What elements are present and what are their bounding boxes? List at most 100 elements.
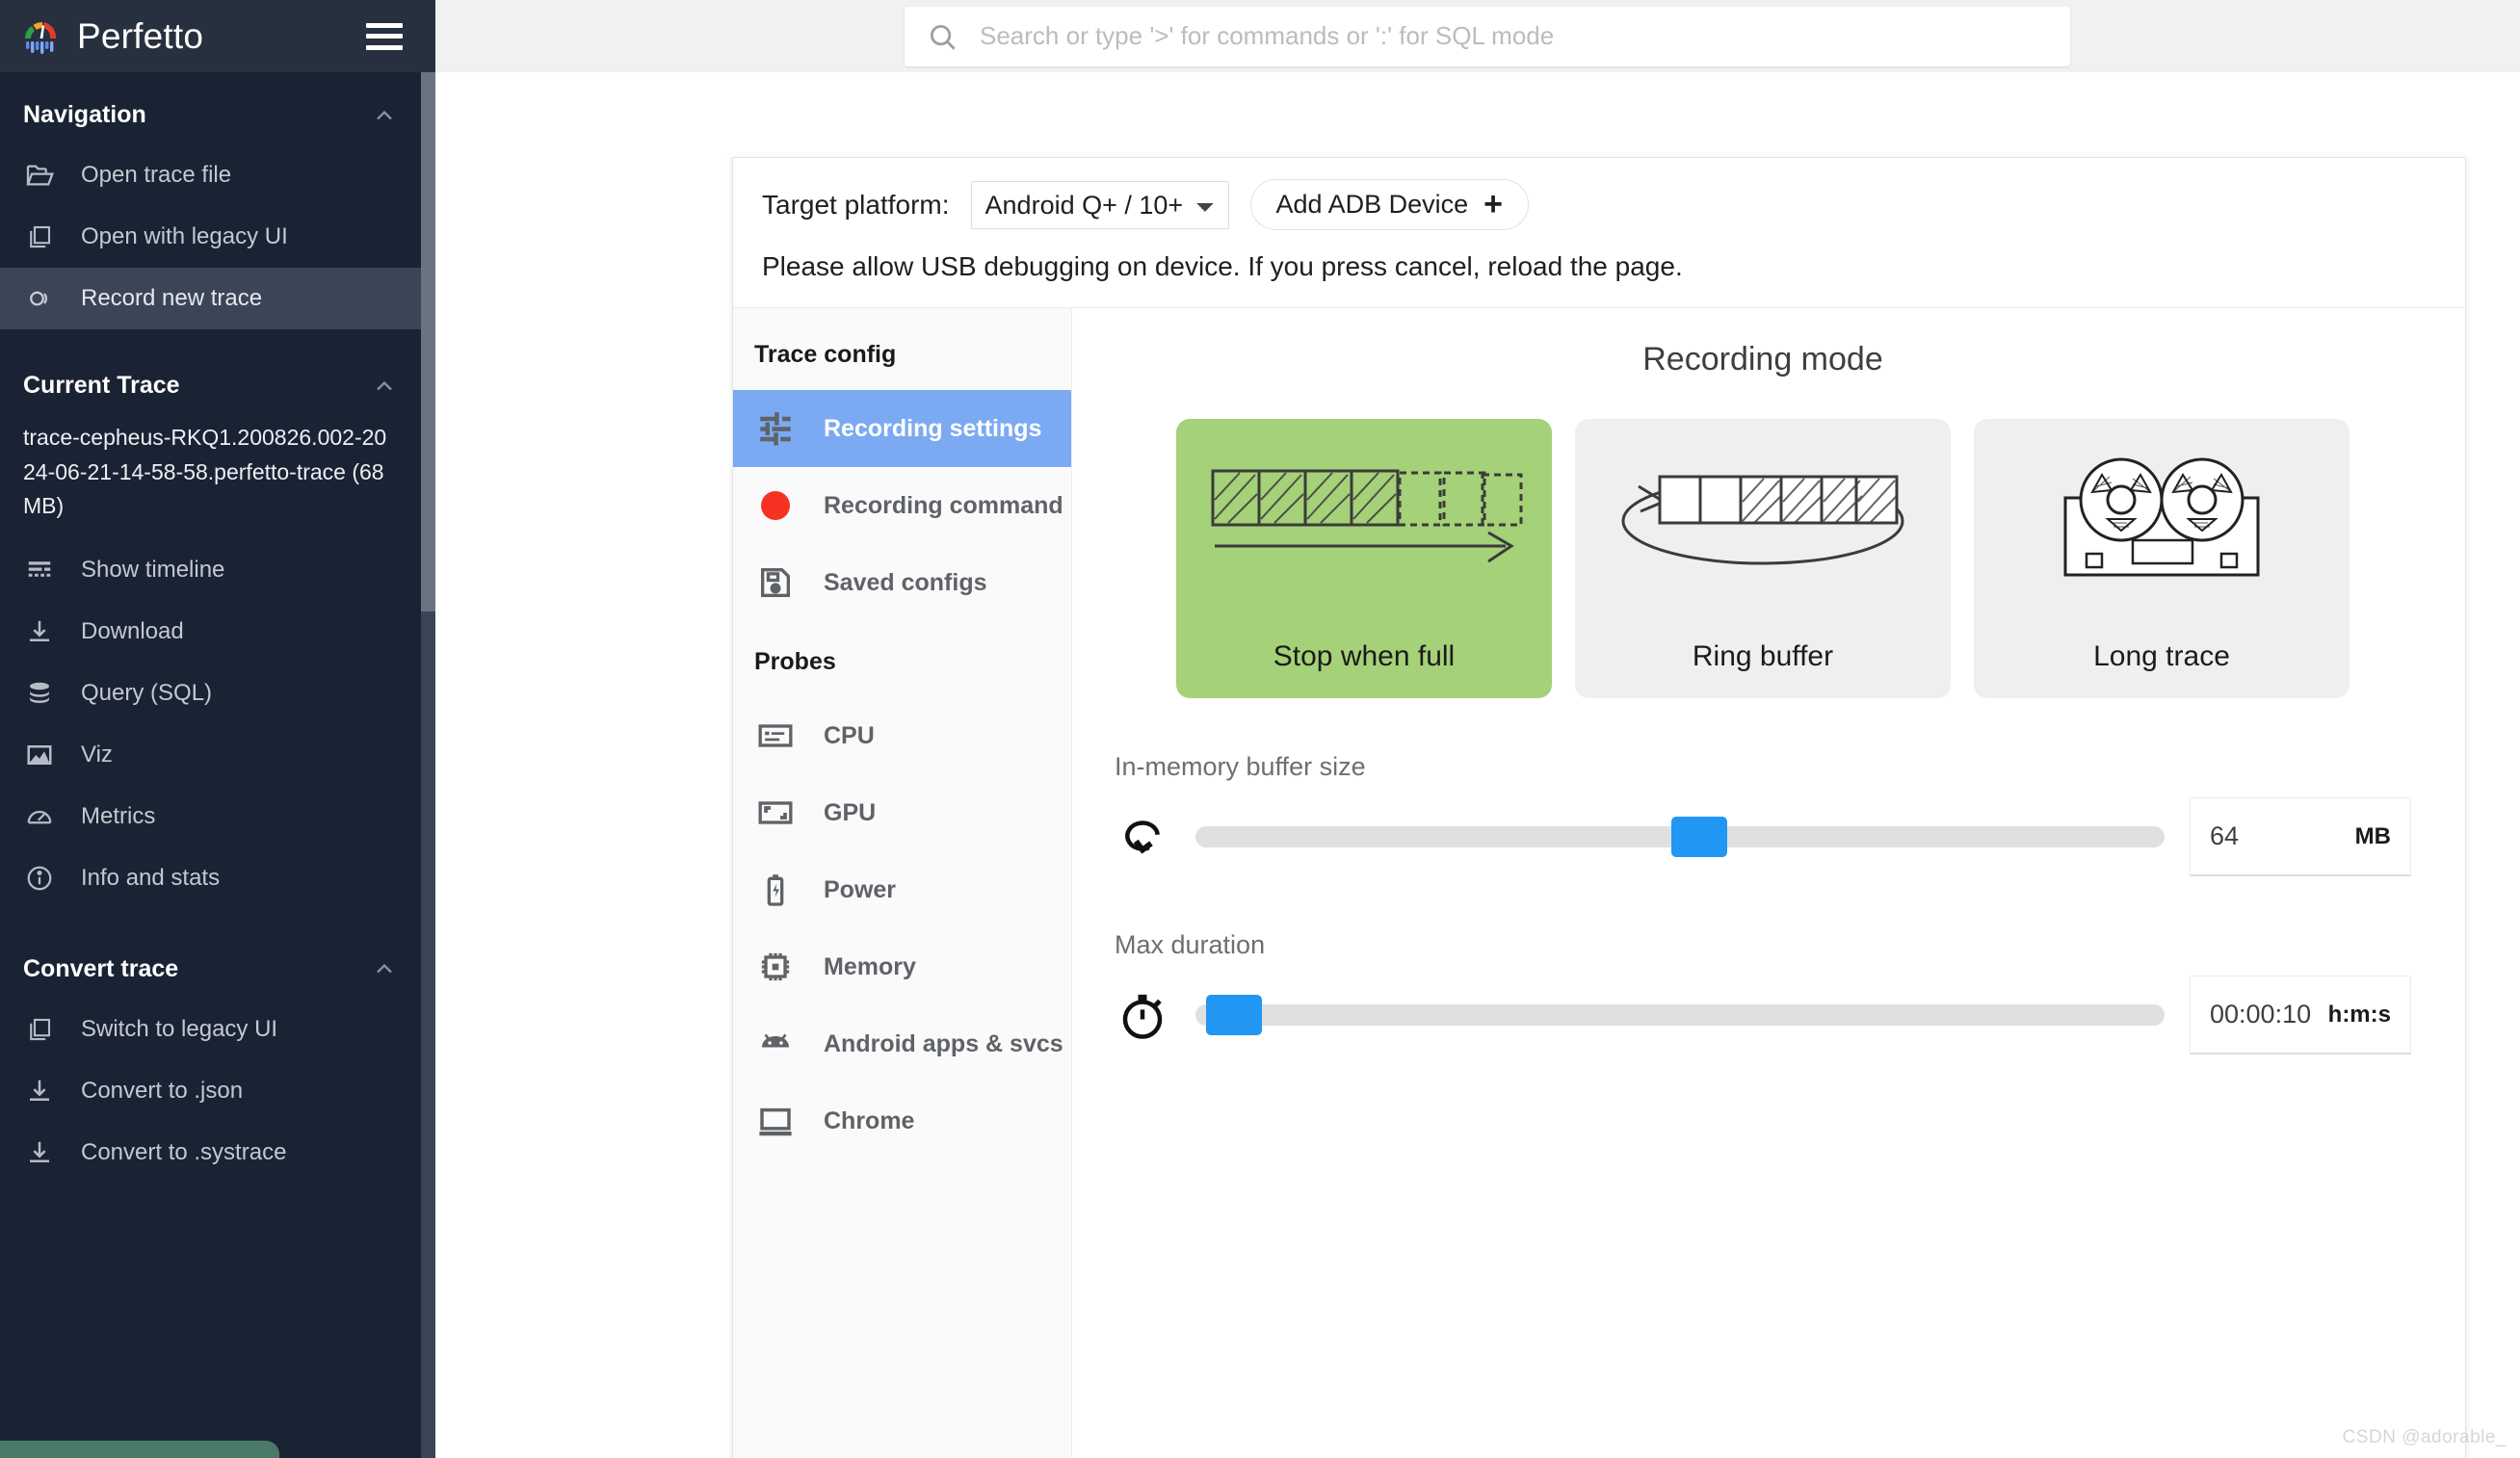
- config-nav: Trace config Recording settings Recordin…: [733, 308, 1072, 1458]
- laptop-icon: [754, 1100, 797, 1142]
- sidebar-item-convert-to-json[interactable]: Convert to .json: [0, 1060, 421, 1122]
- buffer-size-slider[interactable]: [1195, 817, 2165, 857]
- sidebar-item-record-new-trace[interactable]: Record new trace: [0, 268, 421, 329]
- sidebar-item-label: Switch to legacy UI: [81, 1015, 278, 1042]
- sidebar-item-query-sql[interactable]: Query (SQL): [0, 663, 421, 724]
- sidebar-item-download[interactable]: Download: [0, 601, 421, 663]
- sidebar-item-convert-to-systrace[interactable]: Convert to .systrace: [0, 1122, 421, 1184]
- sidebar-item-label: Record new trace: [81, 285, 263, 311]
- cpu-icon: [754, 715, 797, 757]
- config-item-saved-configs[interactable]: Saved configs: [733, 544, 1071, 621]
- hamburger-menu-icon[interactable]: [366, 22, 403, 50]
- main-area: Target platform: Android Q+ / 10+ Add AD…: [435, 0, 2520, 1458]
- sidebar-item-label: Open trace file: [81, 162, 232, 188]
- chevron-up-icon[interactable]: [371, 955, 398, 982]
- image-chart-icon: [23, 739, 56, 771]
- config-item-recording-command[interactable]: Recording command: [733, 467, 1071, 544]
- sliders-icon: [754, 407, 797, 450]
- config-item-gpu[interactable]: GPU: [733, 774, 1071, 851]
- slider-thumb[interactable]: [1671, 817, 1728, 857]
- buffer-size-value-box[interactable]: 64 MB: [2190, 797, 2411, 876]
- max-duration-value[interactable]: 00:00:10: [2210, 1000, 2311, 1029]
- copy-window-icon: [23, 221, 56, 253]
- sidebar-item-label: Download: [81, 617, 184, 644]
- recording-mode-options: Stop when full Ring buffer Long trace: [1115, 419, 2411, 698]
- config-item-label: Chrome: [824, 1107, 915, 1134]
- sidebar-scrollbar-thumb[interactable]: [421, 72, 435, 612]
- perfetto-app: Perfetto Navigation Open trace file Open…: [0, 0, 2520, 1458]
- config-item-label: Recording command: [824, 491, 1063, 519]
- record-page-card: Target platform: Android Q+ / 10+ Add AD…: [732, 157, 2466, 1458]
- chevron-up-icon[interactable]: [371, 373, 398, 400]
- sidebar-item-open-with-legacy-ui[interactable]: Open with legacy UI: [0, 206, 421, 268]
- config-item-android-apps-svcs[interactable]: Android apps & svcs: [733, 1005, 1071, 1082]
- config-item-label: GPU: [824, 798, 877, 826]
- perfetto-logo: [19, 15, 62, 58]
- target-platform-select[interactable]: Android Q+ / 10+: [970, 180, 1229, 229]
- sidebar-item-metrics[interactable]: Metrics: [0, 786, 421, 847]
- sidebar-item-show-timeline[interactable]: Show timeline: [0, 539, 421, 601]
- max-duration-slider[interactable]: [1195, 995, 2165, 1035]
- android-icon: [754, 1023, 797, 1065]
- sidebar-section-current-trace-title: Current Trace: [23, 372, 180, 399]
- record-header: Target platform: Android Q+ / 10+ Add AD…: [733, 158, 2465, 307]
- max-duration-setting: Max duration 00:00:10 h:m:s: [1115, 930, 2411, 1054]
- download-icon: [23, 1075, 56, 1107]
- current-trace-filename: trace-cepheus-RKQ1.200826.002-2024-06-21…: [23, 425, 387, 519]
- sidebar-section-convert-trace-title: Convert trace: [23, 954, 179, 982]
- sidebar-section-current-trace-header[interactable]: Current Trace: [0, 329, 421, 415]
- ring-buffer-art: [1604, 452, 1922, 596]
- add-adb-device-button[interactable]: Add ADB Device +: [1249, 179, 1529, 230]
- search-input[interactable]: [980, 21, 2049, 51]
- database-icon: [23, 677, 56, 710]
- status-toast: [0, 1441, 279, 1458]
- config-item-label: Memory: [824, 952, 916, 980]
- sidebar-section-navigation-header[interactable]: Navigation: [0, 72, 421, 144]
- recording-mode-ring-buffer[interactable]: Ring buffer: [1575, 419, 1951, 698]
- top-bar: [435, 0, 2520, 72]
- status-message: Please allow USB debugging on device. If…: [762, 251, 1683, 281]
- sidebar-item-label: Convert to .json: [81, 1077, 244, 1104]
- gpu-icon: [754, 792, 797, 834]
- config-item-cpu[interactable]: CPU: [733, 697, 1071, 774]
- config-group-title-trace-config: Trace config: [754, 341, 897, 368]
- sidebar-item-label: Query (SQL): [81, 679, 213, 706]
- config-item-power[interactable]: Power: [733, 851, 1071, 928]
- recording-mode-long-trace[interactable]: Long trace: [1974, 419, 2349, 698]
- sidebar-item-info-and-stats[interactable]: Info and stats: [0, 847, 421, 909]
- chevron-up-icon[interactable]: [371, 102, 398, 129]
- config-item-memory[interactable]: Memory: [733, 928, 1071, 1005]
- config-item-recording-settings[interactable]: Recording settings: [733, 390, 1071, 467]
- watermark: CSDN @adorable_: [2342, 1427, 2507, 1447]
- omnibox[interactable]: [905, 6, 2070, 66]
- config-item-chrome[interactable]: Chrome: [733, 1082, 1071, 1159]
- slider-track: [1195, 1004, 2165, 1026]
- buffer-loop-icon: [1115, 809, 1170, 865]
- sidebar-item-label: Show timeline: [81, 556, 225, 583]
- sidebar-item-label: Info and stats: [81, 864, 221, 891]
- config-item-label: Android apps & svcs: [824, 1029, 1063, 1057]
- config-item-label: Saved configs: [824, 568, 987, 596]
- recording-mode-stop-when-full[interactable]: Stop when full: [1176, 419, 1552, 698]
- sidebar-item-viz[interactable]: Viz: [0, 724, 421, 786]
- buffer-size-unit: MB: [2354, 822, 2391, 849]
- sidebar-item-label: Open with legacy UI: [81, 223, 288, 249]
- download-icon: [23, 615, 56, 648]
- buffer-size-setting: In-memory buffer size 64 MB: [1115, 752, 2411, 876]
- slider-thumb[interactable]: [1206, 995, 1263, 1035]
- sidebar-item-switch-to-legacy-ui[interactable]: Switch to legacy UI: [0, 999, 421, 1060]
- target-platform-label: Target platform:: [762, 189, 950, 220]
- sidebar-section-convert-trace-header[interactable]: Convert trace: [0, 909, 421, 999]
- battery-icon: [754, 869, 797, 911]
- buffer-size-value[interactable]: 64: [2210, 821, 2239, 851]
- sidebar-body: Navigation Open trace file Open with leg…: [0, 72, 421, 1458]
- sidebar-item-open-trace-file[interactable]: Open trace file: [0, 144, 421, 206]
- max-duration-value-box[interactable]: 00:00:10 h:m:s: [2190, 976, 2411, 1054]
- recording-settings-panel: Recording mode Stop when full Ring buffe…: [1072, 308, 2465, 1458]
- panel-title: Recording mode: [1642, 341, 1883, 378]
- app-title: Perfetto: [77, 15, 204, 56]
- timeline-icon: [23, 554, 56, 586]
- sidebar-scrollbar[interactable]: [421, 72, 435, 1458]
- tape-reel-art: [2036, 452, 2287, 596]
- stopwatch-icon: [1115, 987, 1170, 1043]
